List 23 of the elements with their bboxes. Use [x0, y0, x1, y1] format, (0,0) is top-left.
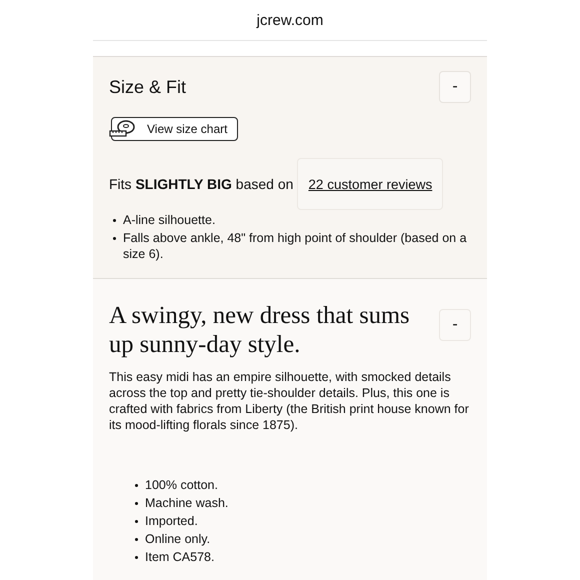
bullet-icon [135, 502, 138, 505]
size-chart-button[interactable]: View size chart [111, 117, 238, 141]
bullet-icon [135, 538, 138, 541]
bullet-icon [135, 556, 138, 559]
collapse-button[interactable]: - [439, 309, 471, 341]
bullet-icon [135, 484, 138, 487]
address-url[interactable]: jcrew.com [256, 12, 324, 28]
bullet-icon [113, 219, 116, 222]
description-heading: A swingy, new dress that sums up sunny-day style. [109, 301, 411, 359]
collapse-button[interactable]: - [439, 71, 471, 103]
section-title: Size & Fit [109, 76, 186, 98]
list-item: Imported. [145, 513, 198, 529]
fit-summary: Fits SLIGHTLY BIG based on [109, 176, 294, 192]
reviews-link[interactable]: 22 customer reviews [297, 158, 444, 210]
list-item: Online only. [145, 531, 210, 547]
list-item: Falls above ankle, 48" from high point of shoulder (based on a size 6). [123, 230, 468, 262]
bullet-icon [113, 237, 116, 240]
list-item: 100% cotton. [145, 477, 218, 493]
description-text: This easy midi has an empire silhouette, with smocked details across the top and pretty tie-shoulder details. Plus, this one is crafted with fabrics from Liberty (the British print house known for its mood-lifting florals since 1875). [109, 369, 470, 433]
list-item: Machine wash. [145, 495, 228, 511]
list-item: A-line silhouette. [123, 212, 216, 228]
list-item: Item CA578. [145, 549, 214, 565]
bullet-icon [135, 520, 138, 523]
